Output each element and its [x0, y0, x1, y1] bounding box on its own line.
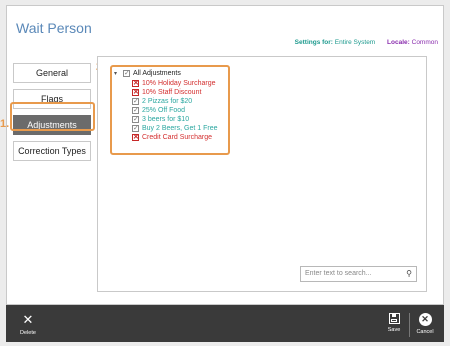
tree-item[interactable]: ✓ 3 beers for $10 [132, 115, 189, 124]
tab-correction-types[interactable]: Correction Types [13, 141, 91, 161]
save-icon [388, 313, 400, 324]
excluded-checkbox-icon[interactable]: ✕ [132, 89, 139, 96]
locale-label: Locale: [387, 39, 410, 46]
tree-item[interactable]: ✓ Buy 2 Beers, Get 1 Free [132, 124, 217, 133]
tree-item[interactable]: ✕ Credit Card Surcharge [132, 133, 212, 142]
save-label: Save [387, 327, 401, 333]
settings-label: Settings for: [294, 39, 333, 46]
collapse-icon[interactable]: ▾ [114, 70, 120, 77]
tree-item-label: 2 Pizzas for $20 [142, 98, 193, 105]
checked-checkbox-icon[interactable]: ✓ [132, 98, 139, 105]
tree-item-label: 10% Staff Discount [142, 89, 202, 96]
tree-item-label: Buy 2 Beers, Get 1 Free [142, 125, 218, 132]
cancel-button[interactable]: ✕ Cancel [411, 313, 439, 335]
tree-item[interactable]: ✕ 10% Holiday Surcharge [132, 79, 216, 88]
checked-checkbox-icon[interactable]: ✓ [132, 125, 139, 132]
search-icon[interactable]: ⚲ [406, 269, 412, 278]
bottom-toolbar: ✕ Delete Save ✕ Cancel [6, 305, 444, 342]
tab-general[interactable]: General [13, 63, 91, 83]
cancel-icon: ✕ [418, 313, 432, 326]
locale-value[interactable]: Common [412, 39, 438, 46]
settings-value[interactable]: Entire System [335, 39, 375, 46]
tree-item-label: Credit Card Surcharge [142, 134, 213, 141]
tree-item-label: 25% Off Food [142, 107, 186, 114]
excluded-checkbox-icon[interactable]: ✕ [132, 134, 139, 141]
tree-root[interactable]: ▾ ✓ All Adjustments [114, 68, 181, 78]
tree-item[interactable]: ✓ 25% Off Food [132, 106, 185, 115]
settings-info: Settings for: Entire System Locale: Comm… [295, 39, 438, 46]
tree-item-label: 3 beers for $10 [142, 116, 190, 123]
tree-root-label: All Adjustments [133, 69, 181, 77]
tree-item[interactable]: ✕ 10% Staff Discount [132, 88, 201, 97]
search-placeholder: Enter text to search... [305, 270, 372, 277]
search-input[interactable]: Enter text to search... ⚲ [300, 266, 417, 282]
annotation-step-1: 1. [0, 118, 10, 130]
delete-label: Delete [20, 330, 36, 336]
annotation-highlight-tab [10, 102, 95, 131]
close-icon: ✕ [22, 312, 34, 327]
checked-checkbox-icon[interactable]: ✓ [132, 116, 139, 123]
cancel-label: Cancel [416, 329, 434, 335]
page-title: Wait Person [16, 20, 92, 36]
checked-checkbox-icon[interactable]: ✓ [132, 107, 139, 114]
excluded-checkbox-icon[interactable]: ✕ [132, 80, 139, 87]
tree-item-label: 10% Holiday Surcharge [142, 80, 216, 87]
toolbar-divider [409, 313, 410, 337]
delete-button[interactable]: ✕ Delete [14, 312, 42, 337]
tree-item[interactable]: ✓ 2 Pizzas for $20 [132, 97, 192, 106]
save-button[interactable]: Save [380, 313, 408, 333]
checkbox-icon[interactable]: ✓ [123, 69, 130, 77]
